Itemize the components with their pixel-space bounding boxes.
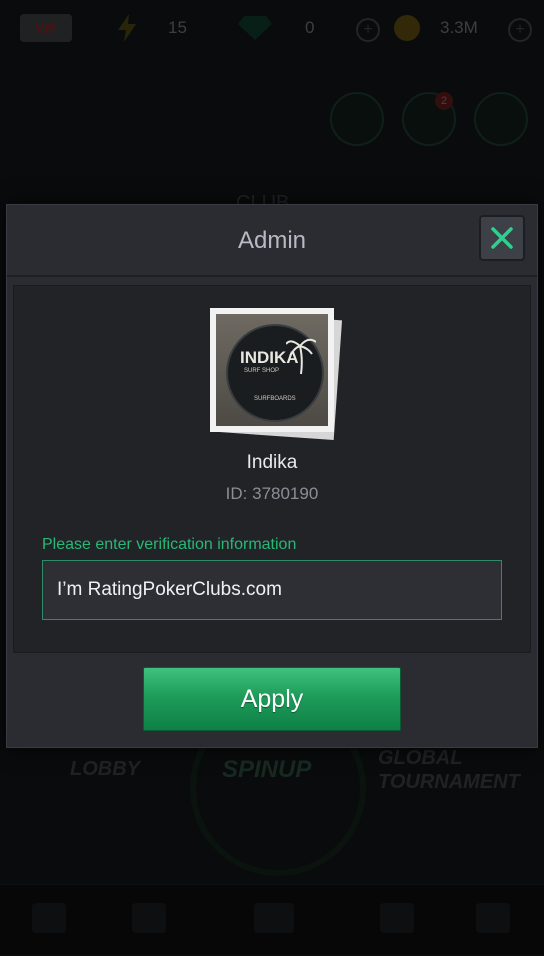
verification-label: Please enter verification information: [42, 536, 297, 553]
admin-dialog: Admin INDIKA SURF SHOP SURFBOARDS Indika…: [6, 204, 538, 748]
club-logo-image: INDIKA SURF SHOP SURFBOARDS: [216, 314, 328, 426]
avatar-frame: INDIKA SURF SHOP SURFBOARDS: [210, 308, 334, 432]
club-name: Indika: [246, 452, 298, 473]
logo-circle: INDIKA SURF SHOP SURFBOARDS: [226, 324, 324, 422]
verification-input[interactable]: I’m RatingPokerClubs.com: [42, 560, 502, 620]
dialog-content: INDIKA SURF SHOP SURFBOARDS Indika ID: 3…: [13, 285, 531, 653]
apply-button[interactable]: Apply: [143, 667, 401, 731]
logo-subtext-2: SURFBOARDS: [254, 396, 296, 402]
club-avatar: INDIKA SURF SHOP SURFBOARDS: [210, 308, 343, 441]
dialog-header: Admin: [7, 205, 537, 277]
palm-tree-icon: [286, 338, 316, 374]
dialog-title: Admin: [237, 227, 307, 254]
close-button[interactable]: [479, 215, 525, 261]
club-id: ID: 3780190: [225, 484, 319, 503]
logo-subtext: SURF SHOP: [244, 368, 280, 374]
close-icon: [491, 227, 513, 249]
